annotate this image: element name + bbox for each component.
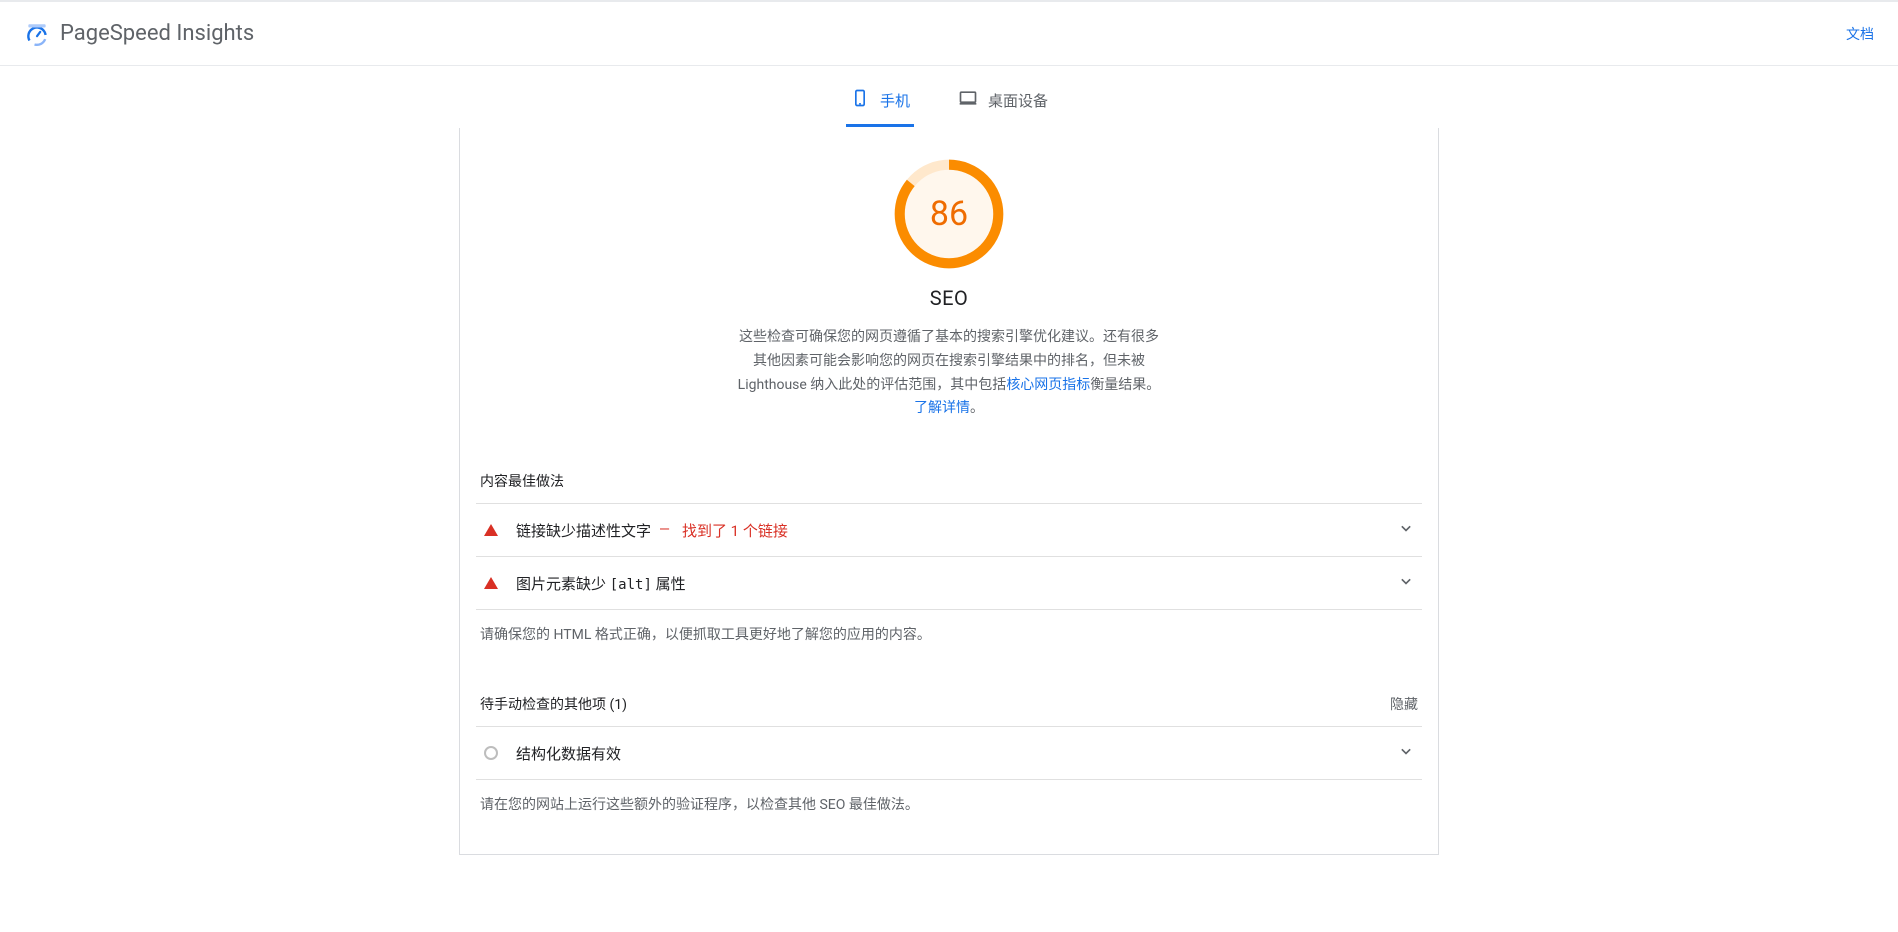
fail-triangle-icon <box>482 577 500 589</box>
section-note: 请在您的网站上运行这些额外的验证程序，以检查其他 SEO 最佳做法。 <box>476 794 1422 814</box>
audit-title: 结构化数据有效 <box>516 743 621 764</box>
audit-title: 图片元素缺少 [alt] 属性 <box>516 573 686 594</box>
audit-suffix: 属性 <box>652 575 686 593</box>
mobile-icon <box>850 88 870 112</box>
score-gauge: 86 <box>893 158 1005 270</box>
report-card: 86 SEO 这些检查可确保您的网页遵循了基本的搜索引擎优化建议。还有很多其他因… <box>459 128 1439 855</box>
chevron-down-icon <box>1396 518 1416 542</box>
section-note: 请确保您的 HTML 格式正确，以便抓取工具更好地了解您的应用的内容。 <box>476 624 1422 644</box>
audit-dash: — <box>659 522 670 538</box>
section-content-best-practices: 内容最佳做法 链接缺少描述性文字 — 找到了 1 个链接 图片元素缺少 [alt… <box>476 471 1422 644</box>
link-core-web-vitals[interactable]: 核心网页指标 <box>1006 377 1090 393</box>
chevron-down-icon <box>1396 571 1416 595</box>
tab-mobile[interactable]: 手机 <box>846 82 914 127</box>
audit-extra: 找到了 1 个链接 <box>682 520 788 541</box>
audit-link-text[interactable]: 链接缺少描述性文字 — 找到了 1 个链接 <box>476 504 1422 557</box>
audit-image-alt[interactable]: 图片元素缺少 [alt] 属性 <box>476 557 1422 610</box>
header-left: PageSpeed Insights <box>24 21 254 47</box>
desc-text-3: 。 <box>970 400 984 416</box>
link-learn-more[interactable]: 了解详情 <box>914 400 970 416</box>
category-title: SEO <box>930 286 969 310</box>
hide-toggle[interactable]: 隐藏 <box>1390 694 1418 714</box>
section-manual-checks: 待手动检查的其他项 (1) 隐藏 结构化数据有效 请在您的网站上运行这些额外的验… <box>476 694 1422 814</box>
section-title-content: 内容最佳做法 <box>480 471 564 491</box>
fail-triangle-icon <box>482 524 500 536</box>
tab-desktop-label: 桌面设备 <box>988 90 1048 111</box>
tab-mobile-label: 手机 <box>880 90 910 111</box>
category-description: 这些检查可确保您的网页遵循了基本的搜索引擎优化建议。还有很多其他因素可能会影响您… <box>734 326 1164 421</box>
audit-prefix: 图片元素缺少 <box>516 575 610 593</box>
pagespeed-logo-icon <box>24 21 50 47</box>
audit-structured-data[interactable]: 结构化数据有效 <box>476 727 1422 780</box>
chevron-down-icon <box>1396 741 1416 765</box>
score-value: 86 <box>893 158 1005 270</box>
audit-title: 链接缺少描述性文字 <box>516 520 651 541</box>
manual-circle-icon <box>482 746 500 760</box>
docs-link[interactable]: 文档 <box>1846 24 1874 44</box>
gauge-section: 86 SEO 这些检查可确保您的网页遵循了基本的搜索引擎优化建议。还有很多其他因… <box>476 158 1422 421</box>
audit-code: [alt] <box>610 577 652 593</box>
desc-text-2: 衡量结果。 <box>1090 377 1160 393</box>
desktop-icon <box>958 88 978 112</box>
device-tabs: 手机 桌面设备 <box>0 66 1898 128</box>
app-title: PageSpeed Insights <box>60 21 254 46</box>
tab-desktop[interactable]: 桌面设备 <box>954 82 1052 127</box>
header: PageSpeed Insights 文档 <box>0 2 1898 66</box>
section-title-manual: 待手动检查的其他项 (1) <box>480 694 627 714</box>
